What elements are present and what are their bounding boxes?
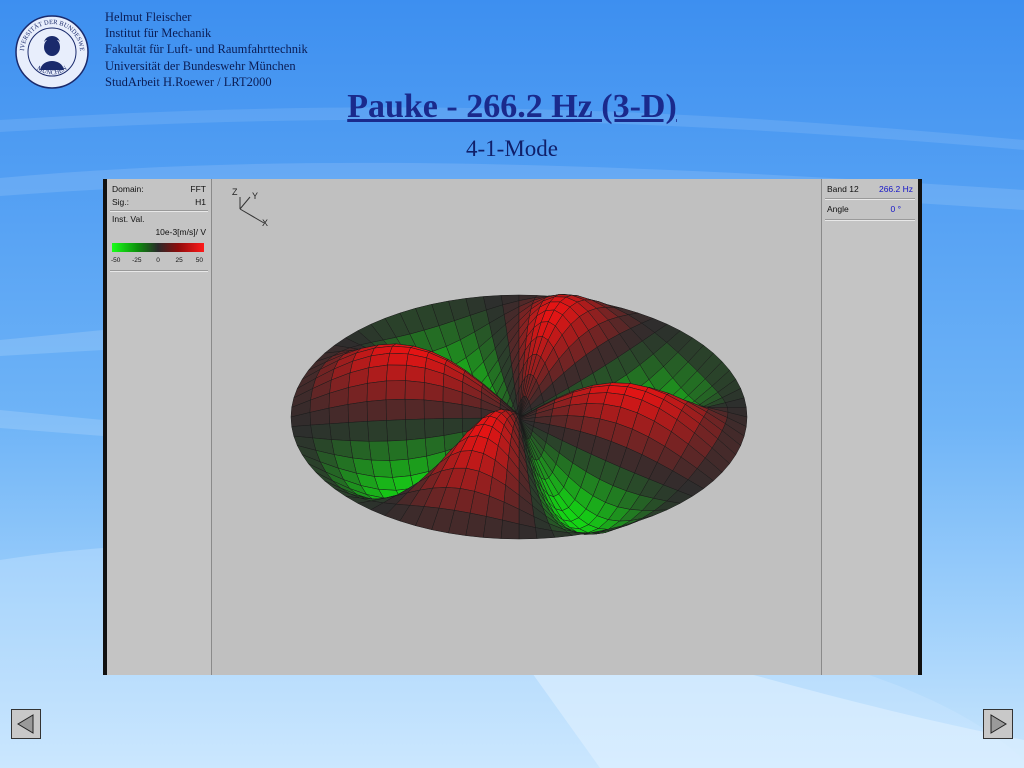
axis-x-label: X <box>262 218 268 228</box>
mesh-cell <box>389 459 411 478</box>
mesh-cell <box>367 364 388 384</box>
drumhead-3d-plot: Z Y X <box>232 187 748 540</box>
mesh-cell <box>405 418 426 441</box>
mesh-cell <box>387 352 409 366</box>
angle-label: Angle <box>827 204 849 214</box>
university-name: Universität der Bundeswehr München <box>105 58 296 73</box>
slide-subtitle: 4-1-Mode <box>466 136 558 161</box>
color-scale-bar <box>112 243 204 252</box>
university-seal-logo: UNIVERSITÄT DER BUNDESWEHR MÜNCHEN <box>14 14 89 89</box>
tick-label: -50 <box>110 257 121 264</box>
sig-value: H1 <box>195 197 206 207</box>
mesh-cell <box>310 423 332 440</box>
mesh-cell <box>424 418 445 439</box>
divider <box>825 219 915 221</box>
sig-label: Sig.: <box>112 197 130 207</box>
author-info: Helmut Fleischer Institut für Mechanik F… <box>105 9 308 90</box>
divider <box>110 210 208 212</box>
divider <box>825 198 915 200</box>
domain-label: Domain: <box>112 184 144 194</box>
inst-label: Inst. Val. <box>112 214 145 224</box>
mesh-cell <box>406 437 427 460</box>
band-row: Band 12 266.2 Hz <box>827 184 913 196</box>
author-name: Helmut Fleischer <box>105 10 192 24</box>
mesh-cell <box>370 459 393 478</box>
mesh-cell <box>423 399 444 420</box>
mesh-cell <box>366 380 387 402</box>
sig-row: Sig.: H1 <box>112 197 206 209</box>
band-value: 266.2 Hz <box>878 184 913 194</box>
domain-row: Domain: FFT <box>112 184 206 196</box>
triangle-right-icon <box>990 714 1007 734</box>
mesh-cell <box>328 404 349 425</box>
domain-value: FFT <box>190 184 206 194</box>
axis-z-label: Z <box>232 187 238 197</box>
mesh-cell <box>366 399 387 422</box>
band-label: Band 12 <box>827 184 859 194</box>
mesh-cell <box>329 422 351 441</box>
mesh-cell <box>389 345 411 355</box>
mesh-cell <box>385 380 406 401</box>
unit-label: 10e-3[m/s]/ V <box>155 227 206 237</box>
mesh-cell <box>483 516 503 539</box>
tick-label: 50 <box>195 257 204 264</box>
divider <box>110 270 208 272</box>
mesh-cell <box>387 439 409 461</box>
axis-y-label: Y <box>252 191 258 201</box>
mesh-cell <box>404 398 425 420</box>
mesh-cell <box>349 440 372 461</box>
tick-label: 25 <box>175 257 183 264</box>
membrane-mesh <box>290 294 748 540</box>
mesh-cell <box>386 364 407 382</box>
institute-name: Institut für Mechanik <box>105 26 212 41</box>
mesh-cell <box>385 398 406 421</box>
mesh-cell <box>586 392 608 405</box>
angle-value: 0 ° <box>890 204 902 214</box>
faculty-name: Fakultät für Luft- und Raumfahrttechnik <box>105 42 308 57</box>
mesh-cell <box>405 364 426 383</box>
mesh-cell <box>386 419 407 442</box>
mesh-cell <box>347 401 368 423</box>
info-panel-right: Band 12 266.2 Hz Angle 0 ° <box>821 179 918 675</box>
mesh-cell <box>348 421 370 442</box>
mode-shape-viewer: Domain: FFT Sig.: H1 Inst. Val. 10e-3[m/… <box>103 179 922 675</box>
mesh-cell <box>368 440 390 461</box>
color-scale-ticks: -50 -25 0 25 50 <box>110 257 204 267</box>
angle-row: Angle 0 ° <box>827 204 913 216</box>
unit-row: 10e-3[m/s]/ V <box>112 227 206 239</box>
previous-slide-button[interactable] <box>11 709 41 739</box>
triangle-left-icon <box>17 714 34 734</box>
info-panel-left: Domain: FFT Sig.: H1 Inst. Val. 10e-3[m/… <box>107 179 212 675</box>
next-slide-button[interactable] <box>983 709 1013 739</box>
mesh-cell <box>442 401 463 419</box>
slide-title: Pauke - 266.2 Hz (3-D) <box>347 88 677 125</box>
tick-label: -25 <box>132 257 142 264</box>
mesh-cell <box>367 420 388 442</box>
mesh-cell <box>404 380 425 401</box>
mesh-cell <box>567 403 588 417</box>
tick-label: 0 <box>156 257 160 264</box>
